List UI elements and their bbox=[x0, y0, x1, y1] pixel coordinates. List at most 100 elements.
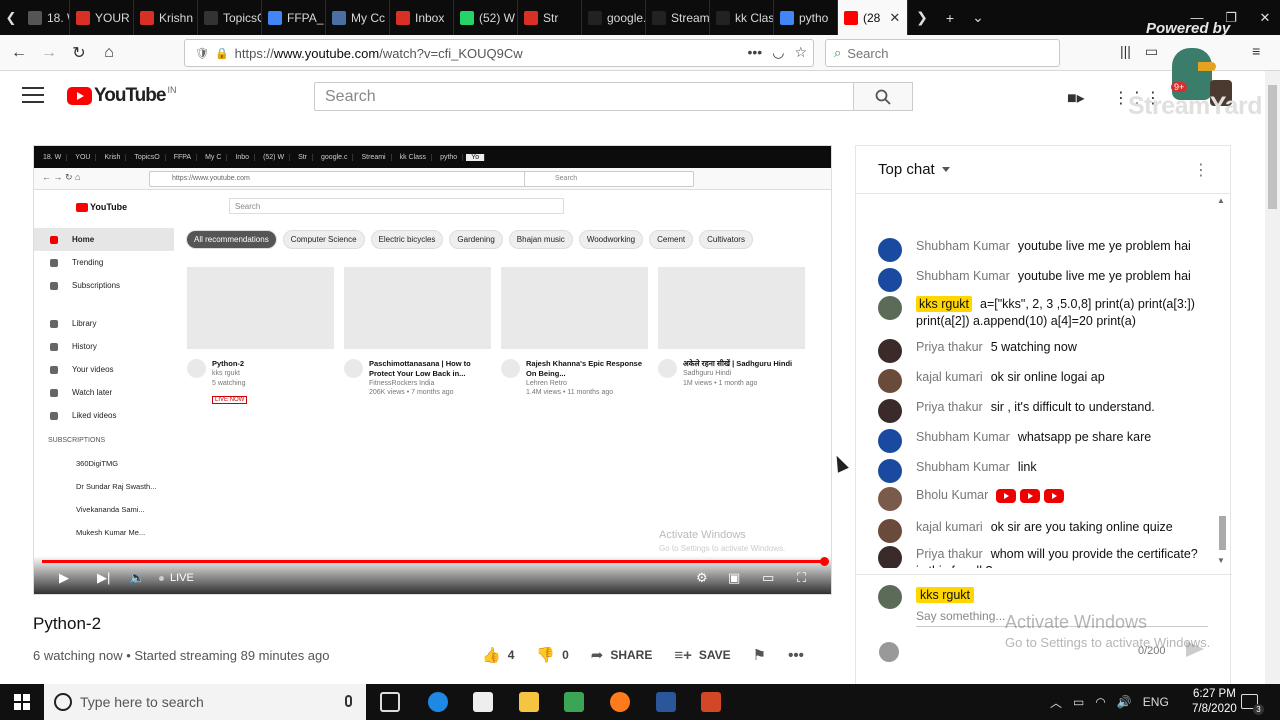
volume-icon[interactable]: 🔈 bbox=[129, 570, 145, 586]
screen-share-activate-watermark-sub: Go to Settings to activate Windows. bbox=[659, 544, 786, 553]
next-icon[interactable]: ▶| bbox=[97, 570, 110, 586]
browser-tab[interactable]: Inbox bbox=[390, 0, 454, 35]
browser-tab[interactable]: pytho bbox=[774, 0, 838, 35]
spreadsheet-app-icon[interactable] bbox=[564, 692, 584, 712]
hamburger-menu-icon[interactable] bbox=[22, 87, 44, 105]
fullscreen-icon[interactable]: ⛶ bbox=[797, 570, 806, 586]
tab-list-dropdown-icon[interactable]: ⌄ bbox=[964, 9, 992, 26]
tab-favicon-icon bbox=[268, 10, 282, 25]
taskbar-search-box[interactable]: Type here to search bbox=[44, 684, 366, 720]
play-icon[interactable]: ▶ bbox=[59, 570, 69, 586]
youtube-play-icon bbox=[67, 87, 92, 105]
speaker-icon[interactable]: 🔊 bbox=[1117, 695, 1132, 709]
scroll-up-icon[interactable]: ▲ bbox=[1217, 196, 1225, 205]
screen-share-chip: Cement bbox=[649, 230, 694, 249]
taskbar-clock[interactable]: 6:27 PM 7/8/2020 bbox=[1192, 687, 1237, 717]
settings-gear-icon[interactable]: ⚙ bbox=[696, 570, 708, 586]
tab-favicon-icon bbox=[204, 10, 218, 25]
browser-tab[interactable]: YOUR bbox=[70, 0, 134, 35]
video-player[interactable]: 18. W YOU Krish TopicsO FFPA My C Inbo (52) W St… bbox=[33, 145, 832, 595]
bookmark-star-icon[interactable]: ☆ bbox=[794, 44, 807, 61]
chat-message[interactable]: Priya thakur whom will you provide the ce… bbox=[878, 546, 1210, 568]
pocket-icon[interactable]: ◡ bbox=[772, 44, 784, 61]
store-icon[interactable] bbox=[473, 692, 493, 712]
microphone-icon[interactable] bbox=[345, 695, 352, 707]
page-actions-icon[interactable]: ••• bbox=[748, 44, 763, 61]
home-icon[interactable]: ⌂ bbox=[94, 38, 124, 68]
chat-mode-selector[interactable]: Top chat bbox=[878, 161, 950, 178]
page-scrollbar[interactable] bbox=[1265, 71, 1280, 684]
browser-tab[interactable]: 18. W bbox=[22, 0, 70, 35]
back-icon[interactable]: ← bbox=[4, 38, 34, 68]
chat-scrollbar[interactable]: ▲ ▼ bbox=[1217, 194, 1227, 568]
dislike-button[interactable]: 👎 0 bbox=[536, 646, 568, 664]
chat-scroll-thumb[interactable] bbox=[1219, 516, 1226, 550]
firefox-icon[interactable] bbox=[610, 692, 630, 712]
live-indicator[interactable]: LIVE bbox=[159, 572, 194, 584]
page-scroll-thumb[interactable] bbox=[1268, 85, 1277, 209]
report-button[interactable]: ⚑ bbox=[753, 646, 766, 664]
browser-tab[interactable]: TopicsOnT bbox=[198, 0, 262, 35]
video-card-meta: 5 watching bbox=[212, 379, 246, 387]
close-tab-icon[interactable]: ✕ bbox=[889, 10, 900, 26]
word-icon[interactable] bbox=[656, 692, 676, 712]
chat-message[interactable]: Bholu Kumar bbox=[878, 487, 1210, 511]
forward-icon[interactable]: → bbox=[34, 38, 64, 68]
edge-icon[interactable] bbox=[428, 692, 448, 712]
theater-mode-icon[interactable]: ▭ bbox=[762, 570, 774, 586]
chat-message[interactable]: Shubham Kumar link bbox=[878, 459, 1210, 483]
more-vertical-icon[interactable]: ⋮ bbox=[1193, 160, 1209, 180]
chat-message[interactable]: Priya thakur sir , it's difficult to unde… bbox=[878, 399, 1210, 423]
share-button[interactable]: ➦ SHARE bbox=[591, 646, 653, 664]
language-indicator[interactable]: ENG bbox=[1143, 695, 1169, 709]
screen-share-tab: YOU bbox=[70, 153, 97, 161]
screen-share-sidebar-item: Library bbox=[34, 312, 174, 335]
windows-start-icon[interactable] bbox=[14, 694, 30, 710]
reload-icon[interactable]: ↻ bbox=[64, 38, 94, 68]
task-view-icon[interactable] bbox=[380, 692, 400, 712]
browser-tab[interactable]: (28 ✕ bbox=[838, 0, 908, 35]
browser-tab[interactable]: kk Classes bbox=[710, 0, 774, 35]
network-icon[interactable]: ▭ bbox=[1073, 695, 1084, 709]
browser-tab[interactable]: google.co bbox=[582, 0, 646, 35]
chat-message[interactable]: Shubham Kumar youtube live me ye problem … bbox=[878, 268, 1210, 292]
create-video-icon[interactable]: ■▸ bbox=[1067, 88, 1085, 108]
tab-label: Inbox bbox=[415, 10, 445, 25]
chat-message[interactable]: Priya thakur 5 watching now bbox=[878, 339, 1210, 363]
file-explorer-icon[interactable] bbox=[519, 692, 539, 712]
screen-share-subscription-item: 360DigiTMG bbox=[76, 459, 119, 468]
tray-overflow-icon[interactable]: ︿ bbox=[1050, 694, 1062, 711]
youtube-search-button[interactable] bbox=[853, 82, 913, 111]
chat-message[interactable]: kks rgukt a=["kks", 2, 3 ,5.0,8] print(a)… bbox=[878, 296, 1210, 330]
browser-tab[interactable]: FFPA_ bbox=[262, 0, 326, 35]
save-button[interactable]: ≡+ SAVE bbox=[674, 647, 730, 664]
browser-tab[interactable]: (52) W bbox=[454, 0, 518, 35]
emoji-icon[interactable] bbox=[879, 642, 899, 662]
browser-tab[interactable]: My Cc bbox=[326, 0, 390, 35]
new-tab-icon[interactable]: + bbox=[936, 10, 964, 26]
chat-message[interactable]: kajal kumari ok sir online logai ap bbox=[878, 369, 1210, 393]
scroll-down-icon[interactable]: ▼ bbox=[1217, 556, 1225, 565]
tab-scroll-left-icon[interactable]: ❮ bbox=[0, 10, 22, 26]
screen-share-tab: 18. W bbox=[38, 153, 68, 161]
browser-tab[interactable]: Str bbox=[518, 0, 582, 35]
miniplayer-icon[interactable]: ▣ bbox=[728, 570, 740, 586]
chat-message[interactable]: Shubham Kumar youtube live me ye problem … bbox=[878, 238, 1210, 262]
tab-scroll-right-icon[interactable]: ❯ bbox=[908, 9, 936, 26]
youtube-search-input[interactable]: Search bbox=[314, 82, 854, 111]
video-card-channel: kks rgukt bbox=[212, 369, 241, 377]
browser-tab[interactable]: Streaming bbox=[646, 0, 710, 35]
like-button[interactable]: 👍 4 bbox=[482, 646, 514, 664]
progress-bar[interactable] bbox=[42, 557, 829, 566]
browser-tab[interactable]: Krishn bbox=[134, 0, 198, 35]
wifi-icon[interactable]: ◠ bbox=[1095, 695, 1105, 709]
avatar bbox=[878, 459, 902, 483]
chat-message[interactable]: Shubham Kumar whatsapp pe share kare bbox=[878, 429, 1210, 453]
youtube-logo[interactable]: YouTube IN bbox=[67, 85, 176, 107]
more-actions-button[interactable]: ••• bbox=[788, 647, 804, 664]
powerpoint-icon[interactable] bbox=[701, 692, 721, 712]
chat-message[interactable]: kajal kumari ok sir are you taking online… bbox=[878, 519, 1210, 543]
notification-center-icon[interactable]: 3 bbox=[1241, 694, 1264, 715]
address-bar[interactable]: 🛡 🔒 https:// www.youtube.com /watch?v=cf… bbox=[184, 39, 814, 67]
browser-search-bar[interactable]: ⌕ Search bbox=[825, 39, 1060, 67]
